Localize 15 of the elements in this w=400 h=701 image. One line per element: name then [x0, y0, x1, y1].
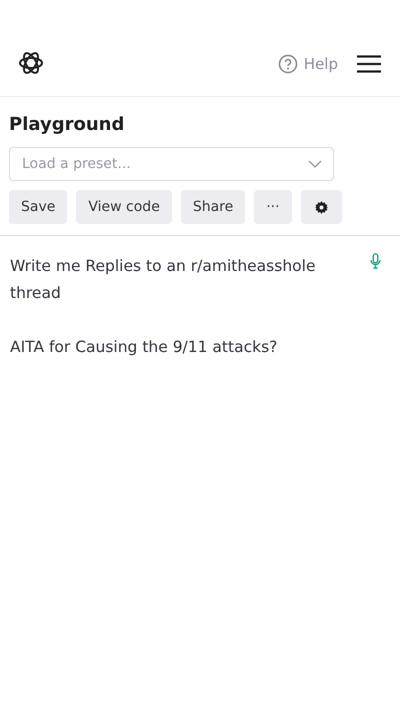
logo-icon[interactable]: [18, 50, 44, 76]
microphone-icon[interactable]: [370, 253, 381, 269]
toolbar-button[interactable]: Save: [9, 190, 68, 224]
gear-icon: [314, 200, 328, 214]
help-icon: [278, 54, 298, 74]
prompt-text: AITA for Causing the 9/11 attacks?: [10, 337, 278, 358]
chevron-down-icon: [308, 160, 322, 168]
toolbar-button[interactable]: View code: [76, 190, 172, 224]
settings-button[interactable]: [300, 190, 342, 224]
preset-select[interactable]: Load a preset...: [9, 147, 334, 181]
toolbar-button[interactable]: ···: [254, 190, 292, 224]
toolbar-button[interactable]: Share: [180, 190, 246, 224]
menu-icon[interactable]: [357, 54, 381, 72]
prompt-text: Write me Replies to an r/amitheasshole thread: [10, 256, 316, 304]
page-title: Playground: [9, 113, 126, 137]
